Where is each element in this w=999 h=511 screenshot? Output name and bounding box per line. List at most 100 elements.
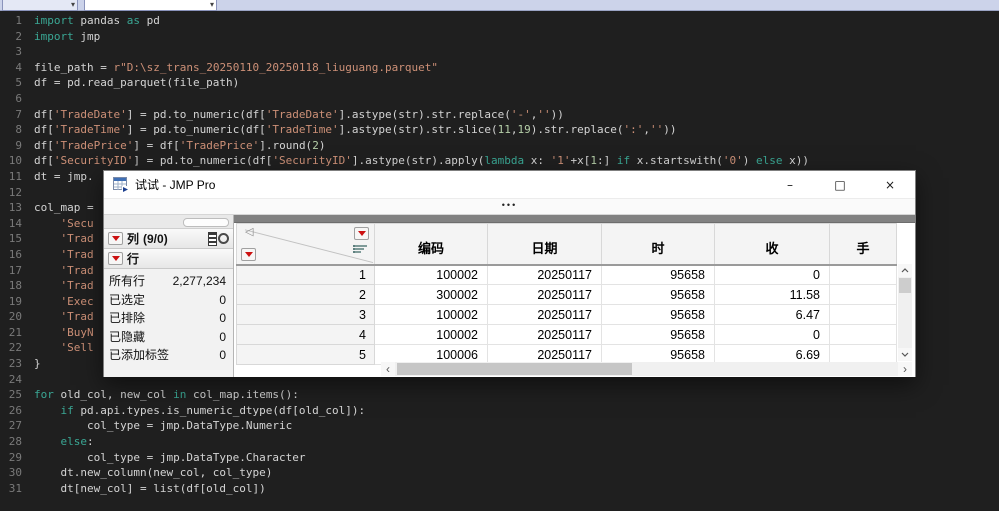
data-cell[interactable]: 20250117 <box>487 284 602 305</box>
code-token: 'Trad <box>60 310 94 324</box>
jmp-table-icon <box>113 177 129 192</box>
panel-scrollbar-thumb[interactable] <box>183 218 229 227</box>
code-token: dt[new_col] = list(df[old_col]) <box>34 481 266 495</box>
close-button[interactable]: × <box>865 171 915 198</box>
data-cell[interactable]: 100002 <box>374 304 488 325</box>
red-triangle-menu-icon[interactable] <box>354 227 369 240</box>
line-number: 12 <box>8 185 22 199</box>
code-line: 27 col_type = jmp.DataType.Numeric <box>0 418 999 434</box>
horizontal-scrollbar[interactable]: ‹ › <box>381 362 912 376</box>
toolbar-dropdown-2[interactable]: ▾ <box>84 0 217 11</box>
data-cell[interactable]: 6.47 <box>714 304 830 325</box>
column-header[interactable]: 手 <box>829 223 897 266</box>
data-cell[interactable]: 95658 <box>601 284 715 305</box>
data-cell[interactable] <box>829 264 897 285</box>
toolbar-dropdown-1[interactable]: ▾ <box>2 0 78 11</box>
code-token: df = pd.read_parquet(file_path) <box>34 76 240 90</box>
code-token: , <box>510 123 518 137</box>
code-token: ).str.replace( <box>530 123 624 137</box>
red-triangle-menu-icon[interactable] <box>108 252 123 265</box>
maximize-button[interactable]: □ <box>815 171 865 198</box>
code-token: :] <box>597 154 617 168</box>
row-stat-label: 已添加标签 <box>109 348 170 362</box>
data-cell[interactable]: 300002 <box>374 284 488 305</box>
row-stat: 已添加标签 0 <box>104 346 233 365</box>
data-cell[interactable]: 100002 <box>374 264 488 285</box>
code-token: '0' <box>722 154 743 168</box>
jmp-toolbar-collapsed[interactable]: ••• <box>104 198 915 215</box>
column-header[interactable]: 收 <box>714 223 830 266</box>
row-number-cell[interactable]: 5 <box>236 344 375 365</box>
data-cell[interactable]: 20250117 <box>487 264 602 285</box>
scroll-right-button[interactable]: › <box>898 362 912 376</box>
line-number: 6 <box>15 91 22 105</box>
red-triangle-menu-icon[interactable] <box>241 247 256 261</box>
row-number-cell[interactable]: 4 <box>236 324 375 345</box>
scroll-up-button[interactable] <box>898 264 912 277</box>
scroll-left-button[interactable]: ‹ <box>381 362 395 376</box>
column-header[interactable]: 日期 <box>487 223 602 266</box>
red-triangle-menu-icon[interactable] <box>108 232 123 245</box>
data-cell[interactable]: 95658 <box>601 264 715 285</box>
line-number: 30 <box>8 466 22 480</box>
data-cell[interactable]: 95658 <box>601 324 715 345</box>
data-cell[interactable]: 20250117 <box>487 304 602 325</box>
scroll-down-button[interactable] <box>898 348 912 361</box>
code-token: import <box>34 14 74 27</box>
rows-panel-header[interactable]: 行 <box>104 249 233 269</box>
column-header[interactable]: 时 <box>601 223 715 266</box>
line-number: 15 <box>8 232 22 246</box>
table-row: 3 100002 20250117 95658 6.47 <box>236 304 897 325</box>
column-header[interactable]: 编码 <box>374 223 488 266</box>
data-cell[interactable]: 11.58 <box>714 284 830 305</box>
data-cell[interactable] <box>829 284 897 305</box>
row-stat-label: 已隐藏 <box>109 329 146 344</box>
code-token: df[ <box>34 107 54 121</box>
code-token: 'TradeDate' <box>53 107 127 121</box>
code-token: '' <box>649 123 664 137</box>
row-stat-value: 2,277,234 <box>172 274 226 288</box>
vertical-scrollbar-thumb[interactable] <box>899 278 911 293</box>
jmp-body: 列 (9/0) 行 所有行 2,277,234 已选定 0 已排除 0 已隐藏 0 已添加标签 0 <box>104 215 915 377</box>
data-cell[interactable] <box>829 324 897 345</box>
data-cell[interactable] <box>829 304 897 325</box>
data-cell[interactable]: 20250117 <box>487 324 602 345</box>
row-number-cell[interactable]: 1 <box>236 264 375 285</box>
columns-panel-header[interactable]: 列 (9/0) <box>104 229 233 249</box>
line-number: 21 <box>8 325 22 339</box>
code-line: 4 file_path = r"D:\sz_trans_20250110_2025… <box>0 60 999 76</box>
row-number-cell[interactable]: 2 <box>236 284 375 305</box>
row-number-cell[interactable]: 3 <box>236 304 375 325</box>
row-list-icon[interactable] <box>353 245 367 254</box>
line-number: 24 <box>8 372 22 386</box>
data-cell[interactable]: 95658 <box>601 304 715 325</box>
code-token: jmp <box>73 29 101 43</box>
window-controls: – □ × <box>765 171 915 198</box>
code-line: 26 if pd.api.types.is_numeric_dtype(df[o… <box>0 403 999 419</box>
line-number: 4 <box>15 60 22 74</box>
data-cell[interactable]: 0 <box>714 324 830 345</box>
rows-panel-label: 行 <box>127 252 140 266</box>
ellipsis-icon: ••• <box>501 200 518 210</box>
collapse-left-icon[interactable]: ◁ <box>245 225 253 238</box>
line-number: 5 <box>15 76 22 90</box>
code-token: , <box>643 123 650 137</box>
jmp-titlebar[interactable]: 试试 - JMP Pro – □ × <box>104 171 915 198</box>
columns-selector-icon[interactable] <box>208 231 229 246</box>
code-token: +x[ <box>570 154 591 168</box>
code-token: 'SecurityID' <box>272 154 352 168</box>
code-token: '1' <box>550 154 571 168</box>
code-line: 28 else: <box>0 434 999 450</box>
data-cell[interactable]: 0 <box>714 264 830 285</box>
line-number: 14 <box>8 216 22 230</box>
line-number: 23 <box>8 357 22 371</box>
minimize-button[interactable]: – <box>765 171 815 198</box>
grid-corner-cell[interactable]: ◁ <box>236 223 375 266</box>
line-number: 9 <box>15 138 22 152</box>
horizontal-scrollbar-thumb[interactable] <box>397 363 632 375</box>
data-cell[interactable]: 100002 <box>374 324 488 345</box>
vertical-scrollbar[interactable] <box>898 264 912 361</box>
